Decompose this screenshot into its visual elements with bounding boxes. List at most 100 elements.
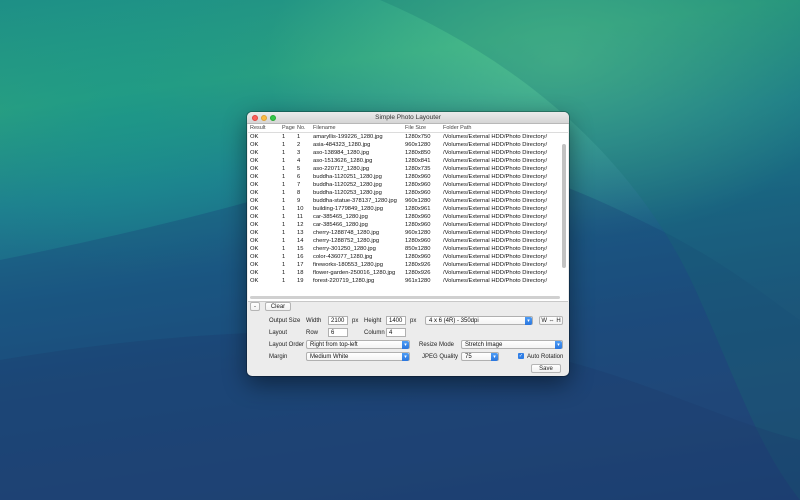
cell-result: OK [250,277,259,284]
output-size-preset-value: 4 x 6 (4R) - 350dpi [429,318,479,324]
table-row[interactable]: OK 1 15 cherry-301250_1280.jpg 850x1280/Volu… [248,245,568,253]
chevron-down-icon: ▾ [555,341,562,349]
cell-page: 1 [282,133,286,140]
table-row[interactable]: OK 1 13 cherry-1288748_1280.jpg 960x1280/Vol… [248,229,568,237]
cell-page: 1 [282,253,286,260]
column-header-no[interactable]: No. [297,125,306,131]
cell-file-size: 1280x960 [405,181,431,188]
table-row[interactable]: OK 1 19 forest-220719_1280.jpg 961x1280/Volu… [248,277,568,285]
app-window: Simple Photo Layouter Result Page No. Fi… [247,112,569,376]
cell-result: OK [250,213,259,220]
table-header: Result Page No. Filename File Size Folde… [248,124,568,133]
cell-page: 1 [282,165,286,172]
cell-result: OK [250,205,259,212]
height-input[interactable]: 1400 [386,316,406,325]
cell-no: 8 [297,189,301,196]
photo-table[interactable]: Result Page No. Filename File Size Folde… [248,124,568,302]
cell-no: 5 [297,165,301,172]
height-label: Height [364,318,382,324]
layout-order-select[interactable]: Right from top-left ▾ [306,340,410,349]
remove-button[interactable]: - [250,302,260,311]
column-header-filename[interactable]: Filename [313,125,336,131]
cell-file-size: 1280x960 [405,213,431,220]
table-row[interactable]: OK 1 8 buddha-1120253_1280.jpg 1280x960/Volu… [248,189,568,197]
jpeg-quality-value: 75 [465,354,472,360]
cell-result: OK [250,245,259,252]
cell-no: 17 [297,261,304,268]
save-button[interactable]: Save [531,364,561,373]
minimize-window-button[interactable] [261,115,267,121]
table-row[interactable]: OK 1 9 buddha-statue-378137_1280.jpg 960x128… [248,197,568,205]
cell-filename: aso-138984_1280.jpg [313,149,370,156]
cell-folder-path: /Volumes/External HDD/Photo Directory/ [443,133,548,140]
cell-page: 1 [282,245,286,252]
horizontal-scrollbar[interactable] [250,296,560,299]
chevron-down-icon: ▾ [491,353,498,361]
cell-filename: flower-garden-250016_1280.jpg [313,269,396,276]
jpeg-quality-select[interactable]: 75 ▾ [461,352,499,361]
resize-mode-value: Stretch Image [465,342,503,348]
swap-width-height-button[interactable]: W ⇔ H [539,316,563,325]
cell-result: OK [250,141,259,148]
close-window-button[interactable] [252,115,258,121]
column-input[interactable]: 4 [386,328,406,337]
table-row[interactable]: OK 1 18 flower-garden-250016_1280.jpg 1280x9… [248,269,568,277]
cell-result: OK [250,133,259,140]
table-row[interactable]: OK 1 5 aso-220717_1280.jpg 1280x735/Volumes/… [248,165,568,173]
table-row[interactable]: OK 1 10 building-1779849_1280.jpg 1280x961/V… [248,205,568,213]
table-row[interactable]: OK 1 12 car-385466_1280.jpg 1280x960/Volumes… [248,221,568,229]
cell-folder-path: /Volumes/External HDD/Photo Directory/ [443,141,548,148]
cell-folder-path: /Volumes/External HDD/Photo Directory/ [443,229,548,236]
cell-file-size: 1280x926 [405,261,431,268]
table-row[interactable]: OK 1 4 aso-1513626_1280.jpg 1280x841/Volumes… [248,157,568,165]
output-size-preset-select[interactable]: 4 x 6 (4R) - 350dpi ▾ [425,316,533,325]
jpeg-quality-label: JPEG Quality [422,354,459,360]
vertical-scrollbar[interactable] [562,144,566,268]
layout-order-value: Right from top-left [310,342,358,348]
resize-mode-select[interactable]: Stretch Image ▾ [461,340,563,349]
table-row[interactable]: OK 1 6 buddha-1120251_1280.jpg 1280x960/Volu… [248,173,568,181]
cell-result: OK [250,261,259,268]
auto-rotation-checkbox[interactable]: ✓ [518,353,524,359]
cell-filename: buddha-1120251_1280.jpg [313,173,382,180]
table-row[interactable]: OK 1 17 fireworks-180553_1280.jpg 1280x926/V… [248,261,568,269]
cell-filename: forest-220719_1280.jpg [313,277,375,284]
column-header-page[interactable]: Page [282,125,295,131]
column-label: Column [364,330,385,336]
cell-file-size: 850x1280 [405,245,431,252]
cell-folder-path: /Volumes/External HDD/Photo Directory/ [443,149,548,156]
title-bar: Simple Photo Layouter [247,112,569,124]
margin-select[interactable]: Medium White ▾ [306,352,410,361]
cell-filename: aso-220717_1280.jpg [313,165,370,172]
table-row[interactable]: OK 1 2 asia-484323_1280.jpg 960x1280/Volumes… [248,141,568,149]
table-row[interactable]: OK 1 1 amaryllis-199226_1280.jpg 1280x750/Vo… [248,133,568,141]
cell-folder-path: /Volumes/External HDD/Photo Directory/ [443,277,548,284]
cell-page: 1 [282,221,286,228]
table-row[interactable]: OK 1 16 color-436077_1280.jpg 1280x960/Volum… [248,253,568,261]
table-row[interactable]: OK 1 14 cherry-1288752_1280.jpg 1280x960/Vol… [248,237,568,245]
cell-file-size: 1280x960 [405,189,431,196]
cell-page: 1 [282,189,286,196]
column-header-result[interactable]: Result [250,125,266,131]
table-row[interactable]: OK 1 3 aso-138984_1280.jpg 1280x850/Volumes/… [248,149,568,157]
cell-folder-path: /Volumes/External HDD/Photo Directory/ [443,189,548,196]
cell-result: OK [250,269,259,276]
column-header-folder-path[interactable]: Folder Path [443,125,471,131]
cell-file-size: 1280x750 [405,133,431,140]
cell-file-size: 1280x926 [405,269,431,276]
resize-mode-label: Resize Mode [419,342,455,348]
table-row[interactable]: OK 1 7 buddha-1120252_1280.jpg 1280x960/Volu… [248,181,568,189]
cell-filename: car-385466_1280.jpg [313,221,368,228]
row-input[interactable]: 6 [328,328,348,337]
cell-result: OK [250,165,259,172]
table-row[interactable]: OK 1 11 car-385465_1280.jpg 1280x960/Volumes… [248,213,568,221]
clear-button[interactable]: Clear [265,302,291,311]
cell-result: OK [250,189,259,196]
width-input[interactable]: 2100 [328,316,348,325]
cell-no: 7 [297,181,301,188]
cell-result: OK [250,229,259,236]
zoom-window-button[interactable] [270,115,276,121]
window-title: Simple Photo Layouter [375,114,441,121]
cell-no: 10 [297,205,304,212]
column-header-file-size[interactable]: File Size [405,125,426,131]
